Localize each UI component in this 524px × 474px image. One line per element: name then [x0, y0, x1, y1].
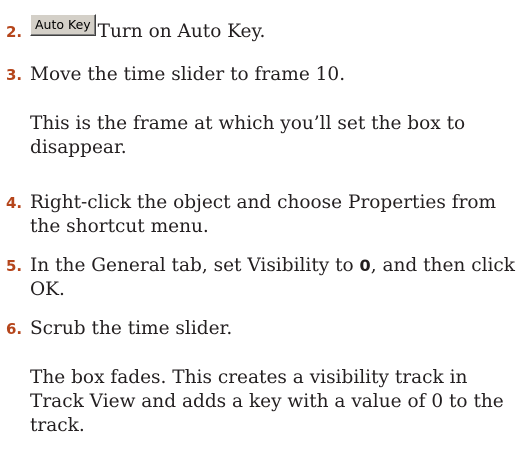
step-number: 5. [6, 257, 23, 275]
step-number: 3. [6, 66, 23, 84]
step-6-note: The box fades. This creates a visibility… [30, 367, 504, 436]
step-4: 4. Right-click the object and choose Pro… [6, 191, 516, 239]
step-2: 2. Auto Key Turn on Auto Key. [6, 14, 516, 44]
step-number: 2. [6, 23, 23, 41]
step-3: 3. Move the time slider to frame 10. [6, 63, 516, 87]
step-5: 5. In the General tab, set Visibility to… [6, 254, 516, 302]
step-text: Scrub the time slider. [30, 318, 233, 339]
step-text: Turn on Auto Key. [97, 21, 266, 42]
step-number: 6. [6, 320, 23, 338]
step-text: Move the time slider to frame 10. [30, 64, 346, 85]
step-text: In the General tab, set Visibility to 0,… [30, 254, 516, 302]
step-text-before: In the General tab, set Visibility to [30, 255, 360, 276]
visibility-value: 0 [359, 256, 371, 275]
instruction-page: 2. Auto Key Turn on Auto Key. 3. Move the… [0, 0, 524, 474]
auto-key-button[interactable]: Auto Key [30, 14, 96, 36]
step-6: 6. Scrub the time slider. [6, 317, 516, 341]
step-number: 4. [6, 194, 23, 212]
step-text: Right-click the object and choose Proper… [30, 192, 497, 237]
step-3-note: This is the frame at which you’ll set th… [30, 113, 466, 158]
